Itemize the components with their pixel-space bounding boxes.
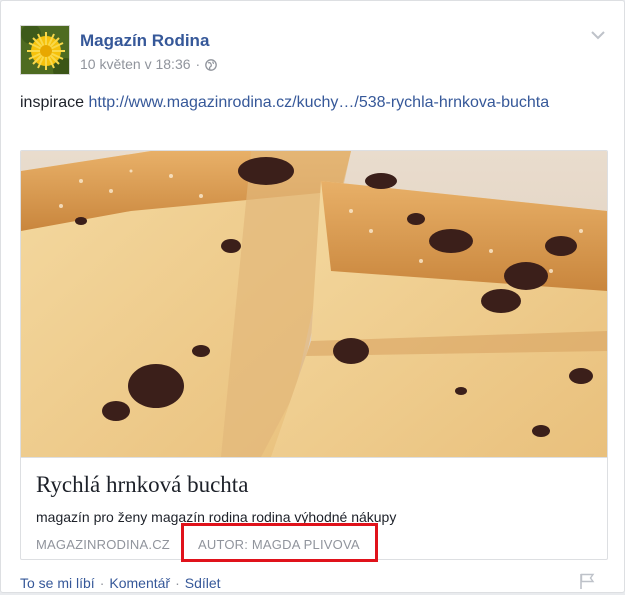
meta-separator: · xyxy=(195,56,201,72)
post-actions: To se mi líbí · Komentář · Sdílet xyxy=(20,575,221,591)
post-timestamp[interactable]: 10 květen v 18:36 xyxy=(80,56,191,72)
share-link[interactable]: Sdílet xyxy=(185,575,221,591)
actions-separator: · xyxy=(99,575,105,591)
link-description: magazín pro ženy magazín rodina rodina v… xyxy=(36,509,397,525)
link-domain: MAGAZINRODINA.CZ xyxy=(36,537,170,552)
comment-link[interactable]: Komentář xyxy=(109,575,170,591)
post-text: inspirace http://www.magazinrodina.cz/ku… xyxy=(20,91,580,114)
like-link[interactable]: To se mi líbí xyxy=(20,575,95,591)
post-meta: 10 květen v 18:36 · xyxy=(80,56,218,72)
post-card: Magazín Rodina 10 květen v 18:36 · inspi… xyxy=(0,0,625,593)
link-preview-body[interactable]: Rychlá hrnková buchta magazín pro ženy m… xyxy=(21,457,607,559)
link-title[interactable]: Rychlá hrnková buchta xyxy=(36,472,248,498)
flag-icon[interactable] xyxy=(578,572,596,590)
globe-icon[interactable] xyxy=(205,58,218,71)
page-avatar[interactable] xyxy=(20,25,70,75)
actions-separator: · xyxy=(175,575,180,591)
link-preview-image[interactable] xyxy=(21,151,607,457)
post-link[interactable]: http://www.magazinrodina.cz/kuchy…/538-r… xyxy=(88,94,549,111)
post-text-prefix: inspirace xyxy=(20,94,89,111)
link-author: AUTOR: MAGDA PLIVOVA xyxy=(198,537,360,552)
page-name-link[interactable]: Magazín Rodina xyxy=(80,31,209,51)
link-preview-card[interactable]: Rychlá hrnková buchta magazín pro ženy m… xyxy=(20,150,608,560)
chevron-down-icon[interactable] xyxy=(590,28,606,40)
